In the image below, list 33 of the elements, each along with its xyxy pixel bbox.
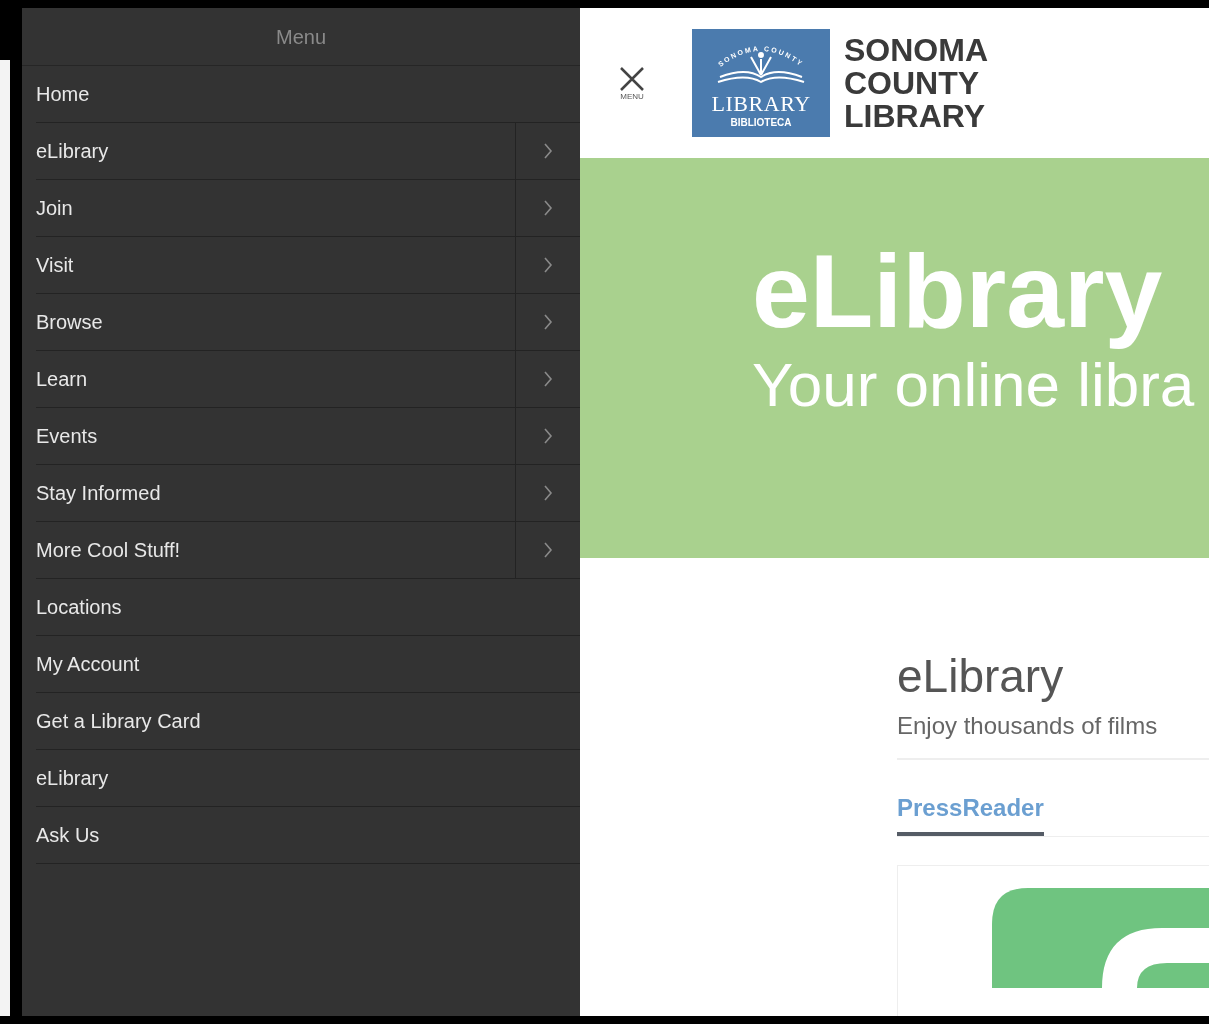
chevron-right-icon — [543, 256, 553, 274]
chevron-right-icon — [543, 427, 553, 445]
menu-item[interactable]: Stay Informed — [36, 478, 161, 508]
chevron-right-icon — [543, 484, 553, 502]
menu-item[interactable]: More Cool Stuff! — [36, 535, 181, 565]
chevron-right-icon — [543, 313, 553, 331]
site-name: LIBRARY — [844, 99, 987, 133]
chevron-right-icon — [543, 370, 553, 388]
site-name: COUNTY — [844, 66, 981, 100]
menu-item[interactable]: My Account — [36, 649, 140, 679]
chevron-right-icon — [543, 199, 553, 217]
close-icon — [618, 65, 646, 93]
menu-item[interactable]: eLibrary — [36, 136, 109, 166]
chevron-right-icon — [543, 541, 553, 559]
chevron-right-icon — [543, 142, 553, 160]
menu-item[interactable]: Browse — [36, 307, 103, 337]
logo-subtext: BIBLIOTECA — [730, 116, 792, 129]
menu-item[interactable]: eLibrary — [36, 763, 109, 793]
close-menu-button[interactable]: MENU — [618, 65, 646, 101]
menu-item[interactable]: Learn — [36, 364, 88, 394]
page-heading: eLibrary — [897, 650, 1065, 702]
site-name: SONOMA — [844, 33, 988, 67]
menu-item[interactable]: Home — [36, 79, 90, 109]
menu-item[interactable]: Get a Library Card — [36, 706, 201, 736]
menu-item[interactable]: Visit — [36, 250, 74, 280]
menu-item[interactable]: Ask Us — [36, 820, 100, 850]
intro-text: Enjoy thousands of films — [897, 711, 1159, 741]
menu-title: Menu — [276, 24, 326, 50]
menu-item[interactable]: Events — [36, 421, 98, 451]
banner-subtitle: Your online libra — [752, 350, 1196, 420]
logo-text: LIBRARY — [711, 92, 811, 115]
menu-item[interactable]: Join — [36, 193, 73, 223]
menu-item[interactable]: Locations — [36, 592, 122, 622]
